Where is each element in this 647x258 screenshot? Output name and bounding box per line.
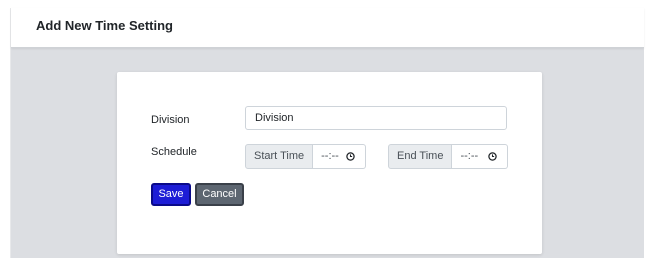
page-title: Add New Time Setting: [36, 18, 173, 33]
clock-icon[interactable]: [488, 152, 497, 161]
end-time-input[interactable]: --:--: [452, 144, 508, 169]
page-frame: Add New Time Setting Division Division S…: [10, 8, 644, 258]
schedule-label: Schedule: [151, 146, 197, 158]
time-setting-form: Division Division Schedule Start Time --…: [117, 72, 542, 254]
cancel-button[interactable]: Cancel: [195, 183, 244, 206]
start-time-value: --:--: [321, 150, 339, 162]
clock-icon[interactable]: [346, 152, 355, 161]
end-time-group: End Time --:--: [388, 144, 508, 169]
division-input[interactable]: Division: [245, 106, 507, 130]
start-time-group: Start Time --:--: [245, 144, 366, 169]
save-button[interactable]: Save: [151, 183, 191, 206]
division-label: Division: [151, 114, 190, 126]
end-time-addon: End Time: [388, 144, 453, 169]
end-time-value: --:--: [460, 150, 479, 162]
start-time-input[interactable]: --:--: [313, 144, 366, 169]
page-header: Add New Time Setting: [11, 8, 644, 48]
start-time-addon: Start Time: [245, 144, 314, 169]
